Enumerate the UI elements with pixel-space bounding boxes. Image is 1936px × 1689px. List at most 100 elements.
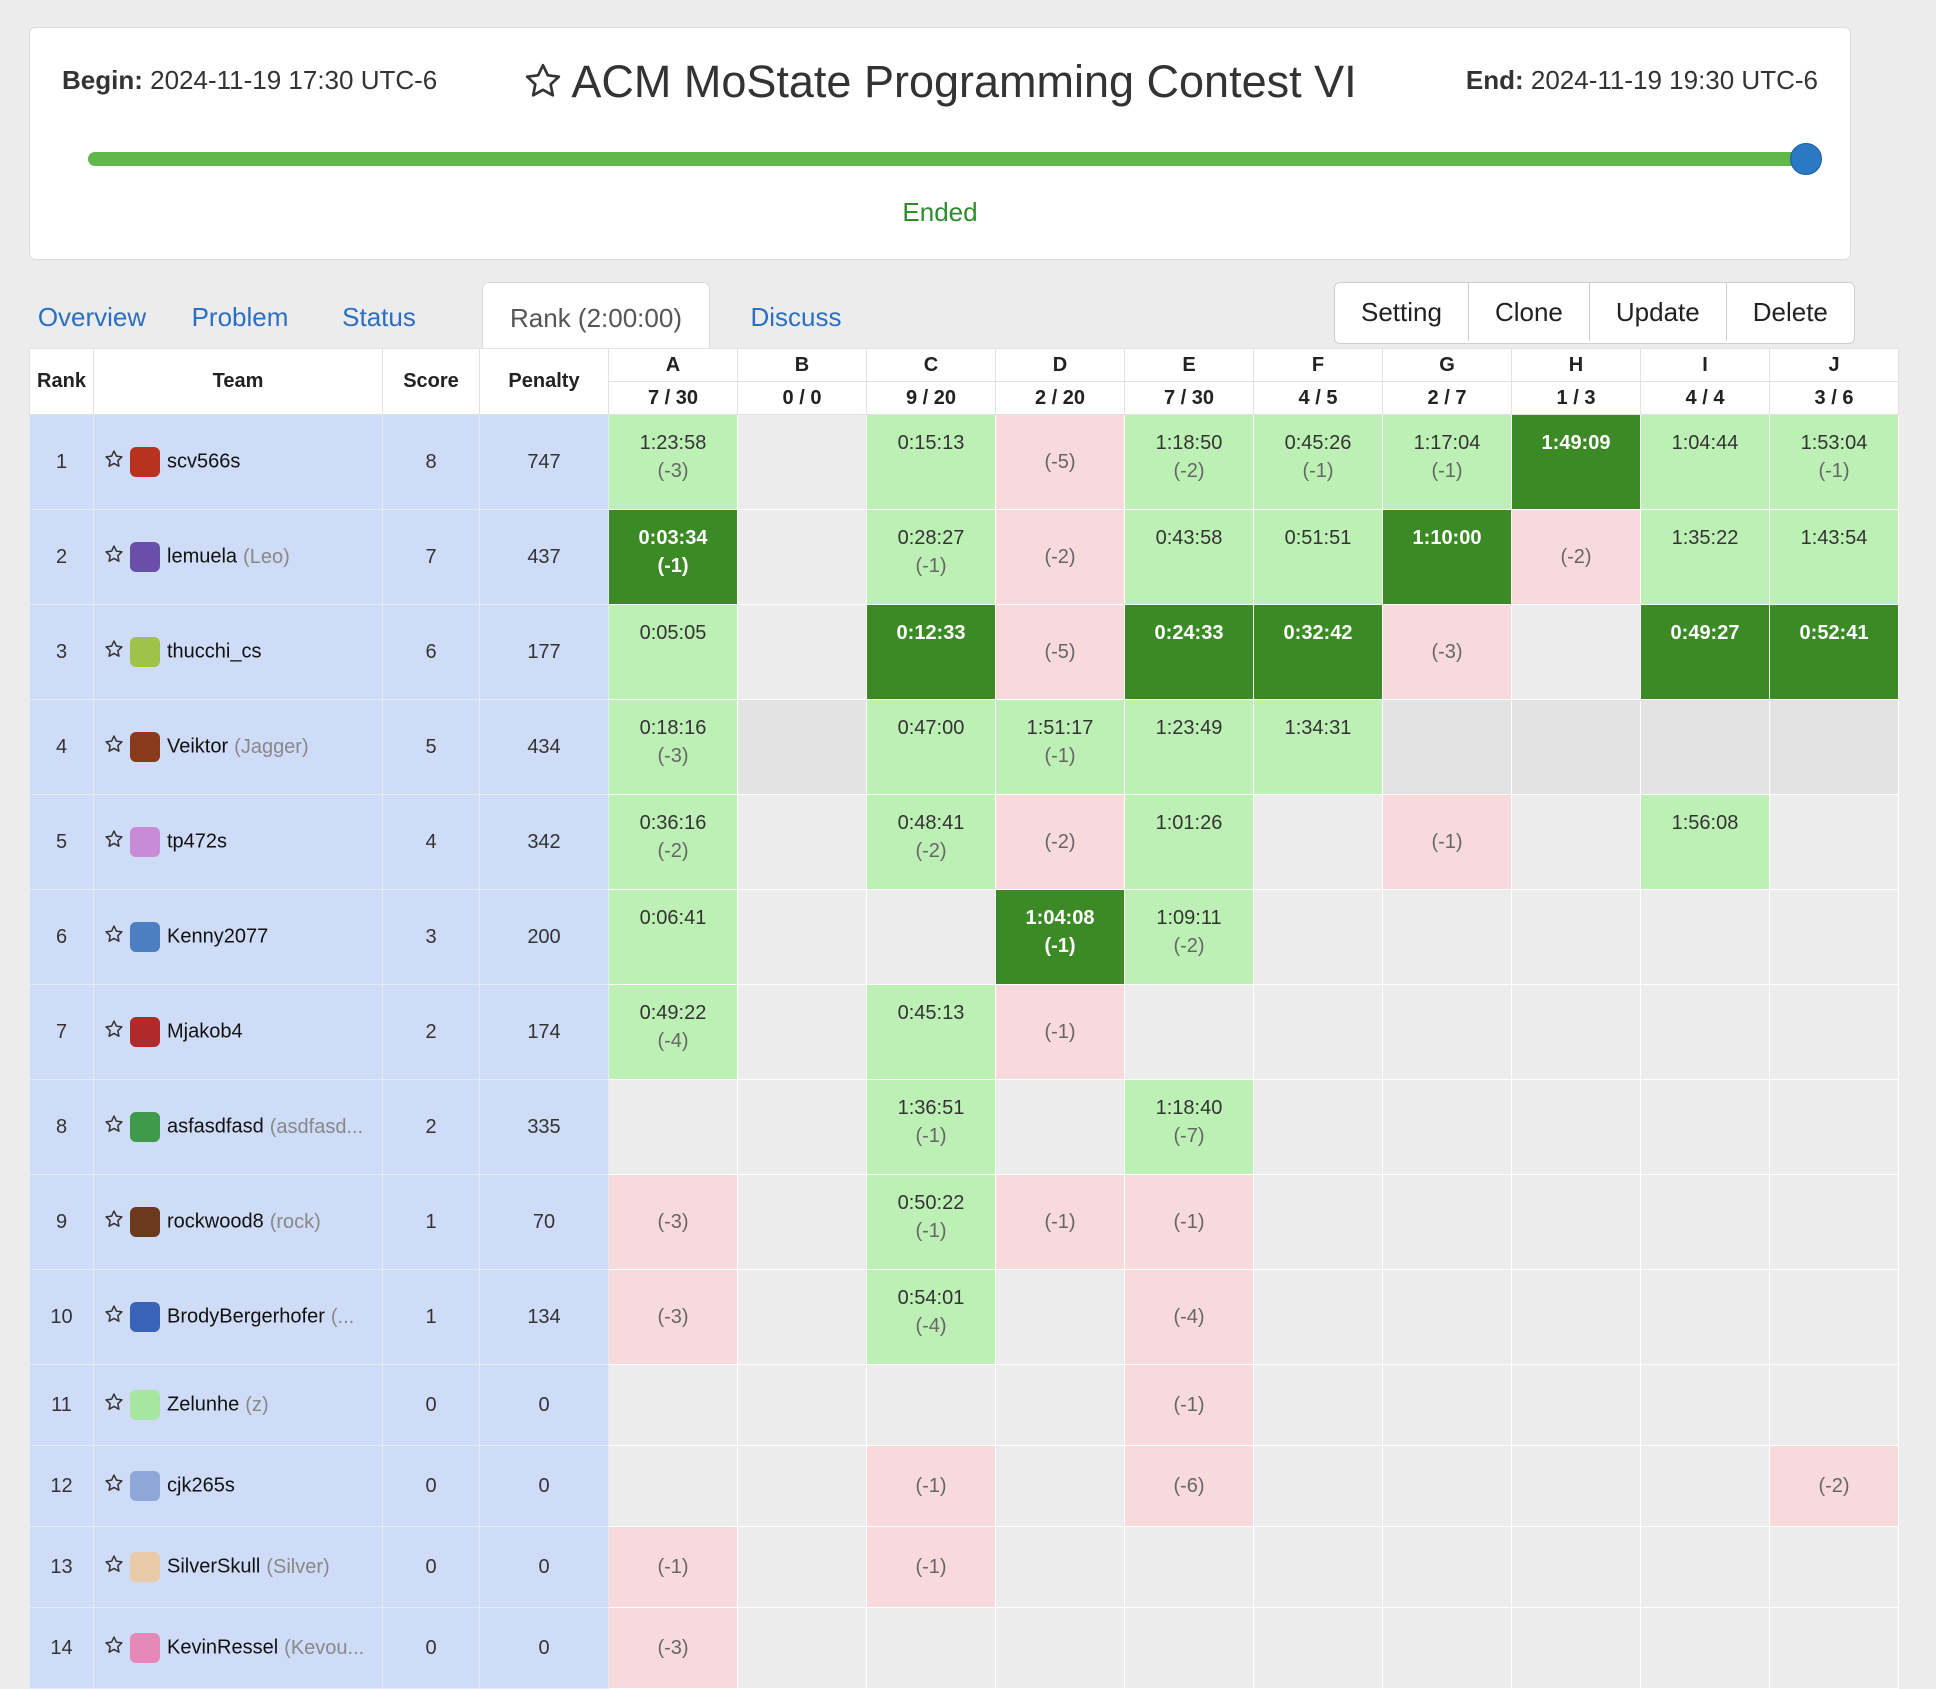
problem-cell[interactable]: 0:06:41 — [608, 889, 738, 985]
setting-button[interactable]: Setting — [1335, 283, 1469, 341]
star-icon[interactable] — [104, 1114, 124, 1140]
problem-cell[interactable]: (-1) — [866, 1526, 996, 1608]
star-icon[interactable] — [104, 449, 124, 475]
problem-cell[interactable]: (-1) — [1124, 1364, 1254, 1446]
star-icon[interactable] — [104, 1304, 124, 1330]
progress-slider-handle[interactable] — [1790, 143, 1822, 175]
star-icon[interactable] — [104, 1554, 124, 1580]
team-name[interactable]: SilverSkull — [167, 1556, 260, 1578]
problem-cell[interactable]: (-1) — [1124, 1174, 1254, 1270]
problem-cell[interactable]: (-3) — [608, 1269, 738, 1365]
problem-cell[interactable]: (-3) — [608, 1607, 738, 1689]
star-icon[interactable] — [104, 1473, 124, 1499]
problem-cell[interactable]: 0:52:41 — [1769, 604, 1899, 700]
problem-header-a[interactable]: A — [608, 348, 738, 382]
star-icon[interactable] — [104, 924, 124, 950]
problem-cell[interactable]: 1:49:09 — [1511, 414, 1641, 510]
tab-rank[interactable]: Rank (2:00:00) — [482, 282, 710, 348]
problem-cell[interactable]: 1:36:51 (-1) — [866, 1079, 996, 1175]
problem-cell[interactable]: 1:23:49 — [1124, 699, 1254, 795]
problem-cell[interactable]: 0:54:01 (-4) — [866, 1269, 996, 1365]
problem-cell[interactable]: 1:43:54 — [1769, 509, 1899, 605]
problem-header-j[interactable]: J — [1769, 348, 1899, 382]
problem-cell[interactable]: 1:04:44 — [1640, 414, 1770, 510]
problem-cell[interactable]: 0:03:34 (-1) — [608, 509, 738, 605]
problem-cell[interactable]: 0:48:41 (-2) — [866, 794, 996, 890]
problem-cell[interactable]: 0:15:13 — [866, 414, 996, 510]
problem-cell[interactable]: (-5) — [995, 604, 1125, 700]
problem-cell[interactable]: (-3) — [608, 1174, 738, 1270]
problem-cell[interactable]: 1:10:00 — [1382, 509, 1512, 605]
problem-cell[interactable]: 1:18:40 (-7) — [1124, 1079, 1254, 1175]
problem-cell[interactable]: 1:23:58 (-3) — [608, 414, 738, 510]
clone-button[interactable]: Clone — [1469, 283, 1590, 341]
star-icon[interactable] — [104, 1635, 124, 1661]
problem-cell[interactable]: (-4) — [1124, 1269, 1254, 1365]
star-icon[interactable] — [104, 544, 124, 570]
problem-cell[interactable]: 1:35:22 — [1640, 509, 1770, 605]
tab-discuss[interactable]: Discuss — [731, 282, 861, 348]
team-name[interactable]: Mjakob4 — [167, 1021, 243, 1043]
team-name[interactable]: scv566s — [167, 451, 240, 473]
problem-header-e[interactable]: E — [1124, 348, 1254, 382]
problem-cell[interactable]: 0:51:51 — [1253, 509, 1383, 605]
team-name[interactable]: Veiktor — [167, 736, 228, 758]
problem-cell[interactable]: 1:53:04 (-1) — [1769, 414, 1899, 510]
problem-cell[interactable]: (-1) — [1382, 794, 1512, 890]
problem-cell[interactable]: 0:24:33 — [1124, 604, 1254, 700]
problem-cell[interactable]: (-2) — [1769, 1445, 1899, 1527]
problem-cell[interactable]: 1:01:26 — [1124, 794, 1254, 890]
star-icon[interactable] — [104, 829, 124, 855]
problem-cell[interactable]: 0:45:26 (-1) — [1253, 414, 1383, 510]
problem-cell[interactable]: 0:12:33 — [866, 604, 996, 700]
problem-cell[interactable]: 0:50:22 (-1) — [866, 1174, 996, 1270]
problem-cell[interactable]: 1:09:11 (-2) — [1124, 889, 1254, 985]
favorite-star-icon[interactable] — [523, 60, 563, 112]
team-name[interactable]: lemuela — [167, 546, 237, 568]
problem-cell[interactable]: (-2) — [1511, 509, 1641, 605]
team-name[interactable]: KevinRessel — [167, 1637, 278, 1659]
problem-cell[interactable]: 0:05:05 — [608, 604, 738, 700]
problem-cell[interactable]: 0:47:00 — [866, 699, 996, 795]
problem-cell[interactable]: 0:49:22 (-4) — [608, 984, 738, 1080]
problem-header-c[interactable]: C — [866, 348, 996, 382]
problem-cell[interactable]: 0:36:16 (-2) — [608, 794, 738, 890]
problem-cell[interactable]: 1:18:50 (-2) — [1124, 414, 1254, 510]
problem-cell[interactable]: (-6) — [1124, 1445, 1254, 1527]
problem-cell[interactable]: 0:28:27 (-1) — [866, 509, 996, 605]
star-icon[interactable] — [104, 639, 124, 665]
problem-cell[interactable]: 1:34:31 — [1253, 699, 1383, 795]
star-icon[interactable] — [104, 1019, 124, 1045]
team-name[interactable]: Kenny2077 — [167, 926, 268, 948]
team-name[interactable]: rockwood8 — [167, 1211, 264, 1233]
star-icon[interactable] — [104, 734, 124, 760]
problem-cell[interactable]: (-3) — [1382, 604, 1512, 700]
team-name[interactable]: tp472s — [167, 831, 227, 853]
problem-cell[interactable]: 0:45:13 — [866, 984, 996, 1080]
team-name[interactable]: asfasdfasd — [167, 1116, 264, 1138]
team-name[interactable]: cjk265s — [167, 1475, 235, 1497]
update-button[interactable]: Update — [1590, 283, 1727, 341]
team-name[interactable]: BrodyBergerhofer — [167, 1306, 325, 1328]
team-name[interactable]: Zelunhe — [167, 1394, 239, 1416]
problem-header-h[interactable]: H — [1511, 348, 1641, 382]
problem-cell[interactable]: 0:49:27 — [1640, 604, 1770, 700]
team-name[interactable]: thucchi_cs — [167, 641, 262, 663]
problem-cell[interactable]: 1:56:08 — [1640, 794, 1770, 890]
problem-header-g[interactable]: G — [1382, 348, 1512, 382]
problem-cell[interactable]: (-2) — [995, 509, 1125, 605]
star-icon[interactable] — [104, 1392, 124, 1418]
problem-cell[interactable]: 1:51:17 (-1) — [995, 699, 1125, 795]
problem-header-i[interactable]: I — [1640, 348, 1770, 382]
delete-button[interactable]: Delete — [1727, 283, 1854, 341]
problem-header-b[interactable]: B — [737, 348, 867, 382]
problem-header-d[interactable]: D — [995, 348, 1125, 382]
problem-cell[interactable]: (-2) — [995, 794, 1125, 890]
problem-cell[interactable]: (-1) — [608, 1526, 738, 1608]
problem-cell[interactable]: (-1) — [866, 1445, 996, 1527]
star-icon[interactable] — [104, 1209, 124, 1235]
problem-cell[interactable]: 1:04:08 (-1) — [995, 889, 1125, 985]
problem-cell[interactable]: 0:43:58 — [1124, 509, 1254, 605]
problem-cell[interactable]: (-1) — [995, 984, 1125, 1080]
problem-header-f[interactable]: F — [1253, 348, 1383, 382]
